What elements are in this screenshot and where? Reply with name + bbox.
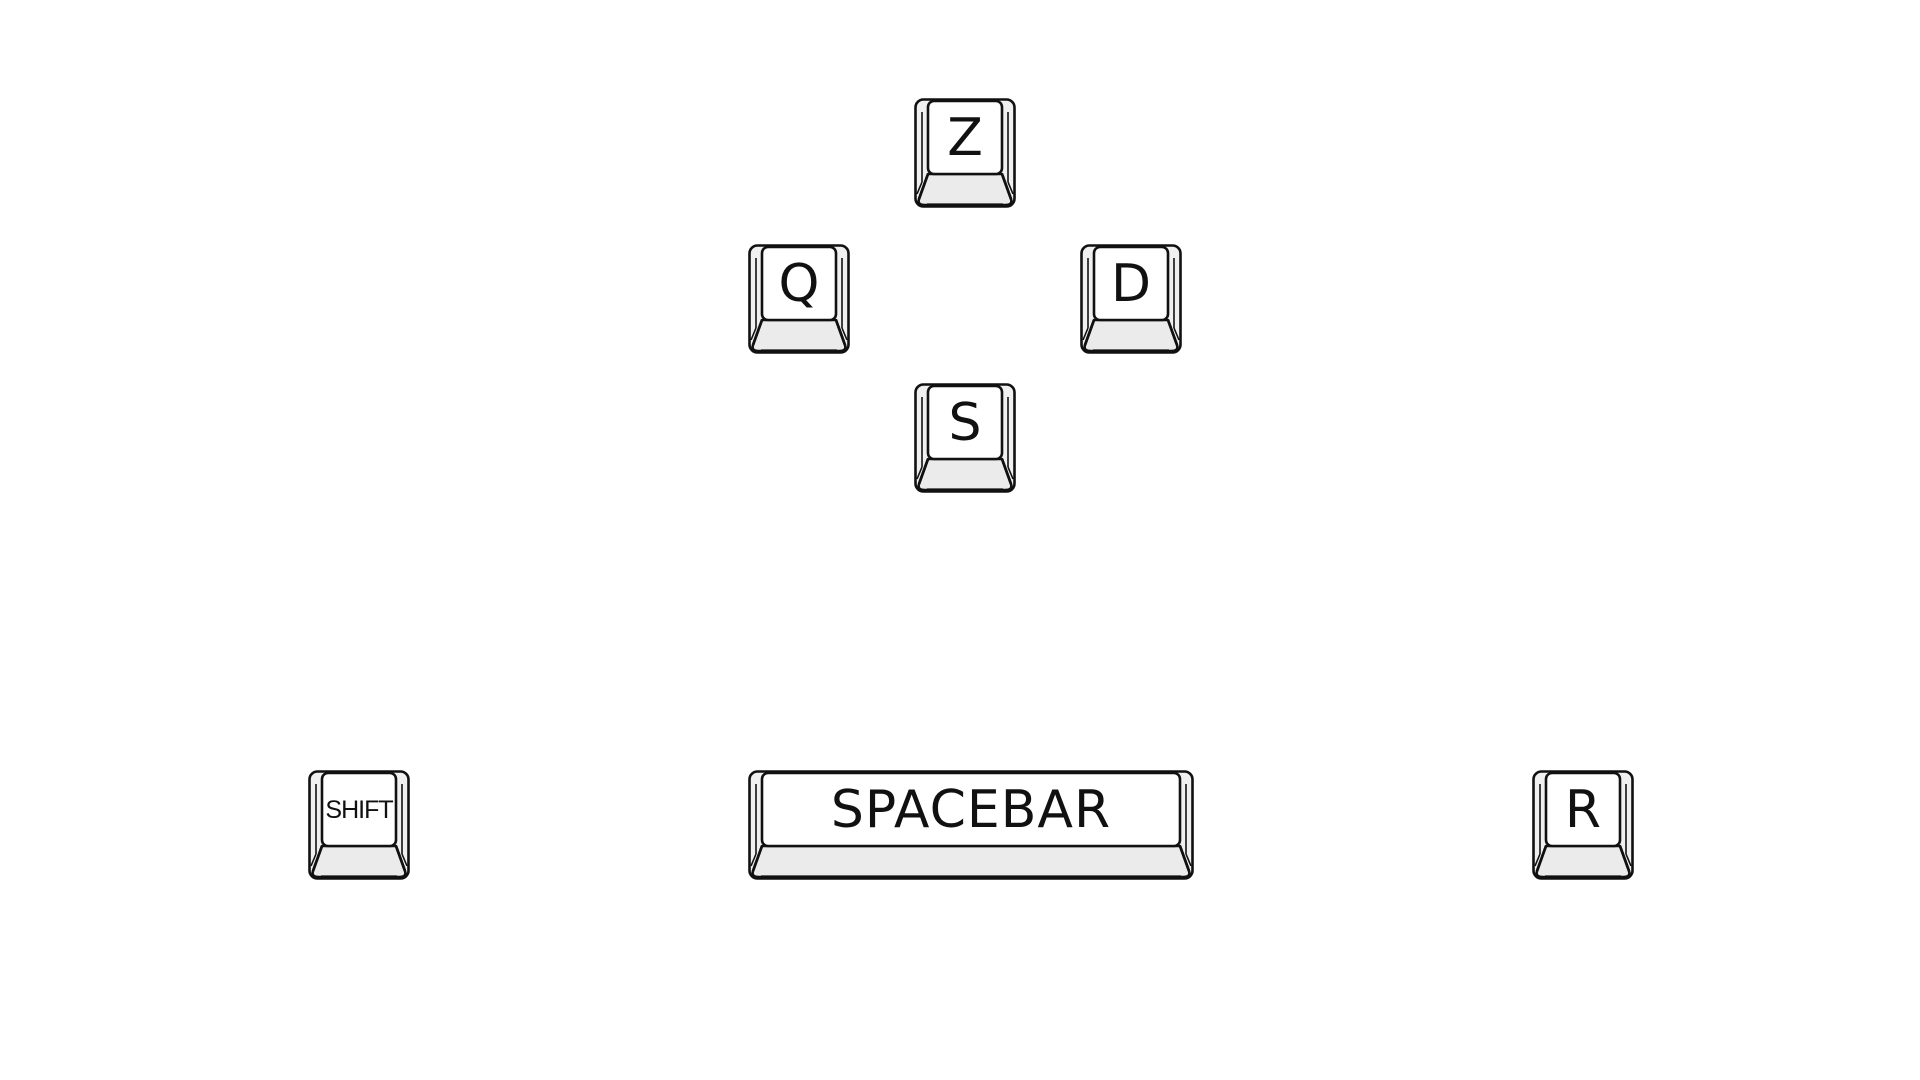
key-z-label: Z [947, 108, 983, 168]
key-shift-label: SHIFT [325, 795, 393, 824]
key-r: R [1532, 770, 1634, 880]
key-shift: SHIFT [308, 770, 410, 880]
key-r-label: R [1564, 780, 1602, 840]
key-spacebar-label: SPACEBAR [830, 780, 1112, 840]
key-s: S [914, 383, 1016, 493]
keyboard-controls-diagram: Z Q D S SHIFT SPACEBAR R [0, 0, 1920, 1080]
key-q: Q [748, 244, 850, 354]
key-s-label: S [948, 393, 982, 453]
key-q-label: Q [778, 254, 820, 314]
key-spacebar: SPACEBAR [748, 770, 1194, 880]
key-d-label: D [1110, 254, 1152, 314]
key-d: D [1080, 244, 1182, 354]
key-z: Z [914, 98, 1016, 208]
